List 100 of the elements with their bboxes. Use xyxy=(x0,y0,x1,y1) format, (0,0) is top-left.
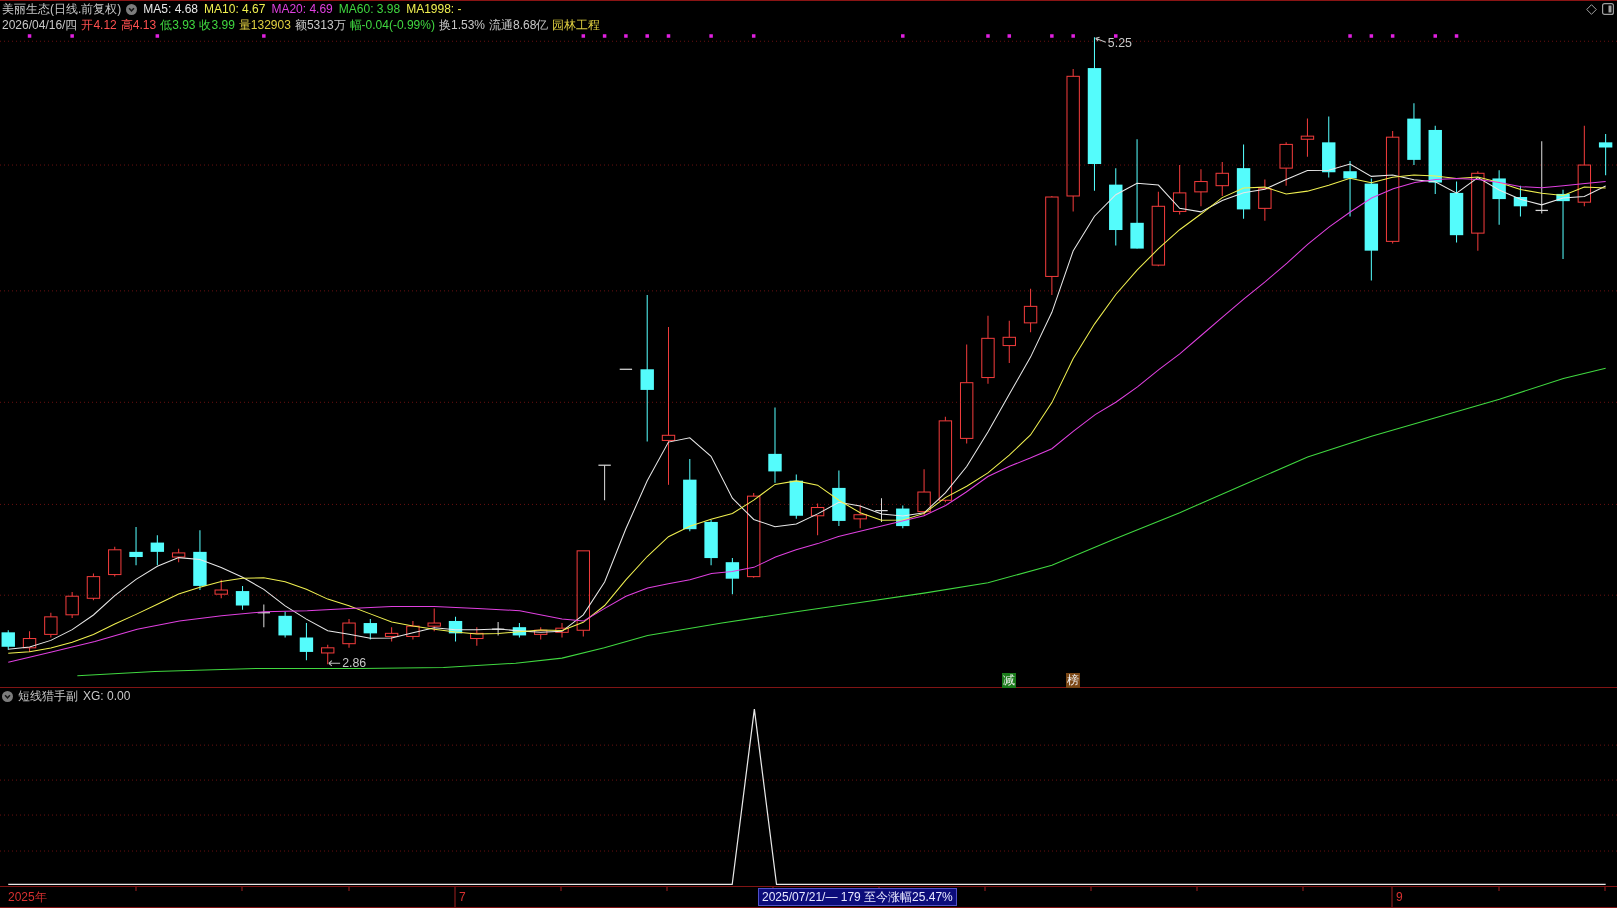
marker-icon xyxy=(624,34,628,38)
candlestick xyxy=(597,464,612,501)
candlestick xyxy=(1023,288,1038,333)
marker-icon xyxy=(901,34,905,38)
candlestick xyxy=(86,573,101,601)
candlestick xyxy=(1279,141,1293,187)
candlestick xyxy=(22,630,37,653)
quote-value: 高4.13 xyxy=(120,17,157,33)
candlestick xyxy=(129,526,143,566)
marker-icon xyxy=(155,34,160,38)
candlestick xyxy=(235,585,250,611)
candlestick xyxy=(832,469,846,527)
axis-divider xyxy=(454,887,456,907)
candlestick xyxy=(193,529,207,591)
candlestick xyxy=(853,504,867,529)
marker-icon xyxy=(1454,34,1459,38)
marker-icon xyxy=(70,34,74,38)
quote-value: 低3.93 xyxy=(160,17,196,33)
quote-value: 额5313万 xyxy=(294,17,346,33)
candlestick xyxy=(1513,185,1528,218)
axis-divider xyxy=(1391,887,1393,907)
high-price-label: 5.25 xyxy=(1107,36,1132,51)
candlestick xyxy=(1300,118,1315,158)
candlestick xyxy=(363,618,378,641)
leader-arrow xyxy=(1095,36,1107,43)
marker-icon xyxy=(751,34,756,38)
candlestick xyxy=(321,644,335,665)
candlestick xyxy=(171,548,186,563)
indicator-title: 短线猎手副 xyxy=(18,687,78,705)
candlestick xyxy=(1343,160,1357,218)
quote-value: 2026/04/16/四 xyxy=(2,17,78,33)
candlestick xyxy=(512,622,527,638)
chevron-down-icon[interactable] xyxy=(126,3,138,15)
moving-average-value: MA20: 4.69 xyxy=(271,1,333,17)
candlestick xyxy=(725,557,740,595)
candlestick xyxy=(1215,161,1229,197)
candlestick xyxy=(1,629,15,651)
axis-label: 2025年 xyxy=(8,889,47,905)
marker-icon xyxy=(1007,34,1012,38)
diamond-icon[interactable] xyxy=(1586,3,1597,15)
candlestick xyxy=(65,591,79,619)
candlestick xyxy=(1407,102,1421,166)
candlestick xyxy=(470,626,484,647)
candlestick xyxy=(448,616,463,643)
axis-tick xyxy=(1196,887,1198,891)
marker-icon xyxy=(602,34,607,38)
moving-average-value: MA10: 4.67 xyxy=(204,1,266,17)
marker-icon xyxy=(1050,34,1054,38)
moving-average-value: MA1998: - xyxy=(406,1,462,17)
candlestick xyxy=(427,608,441,632)
indicator-value: XG: 0.00 xyxy=(83,689,131,703)
moving-average-value: MA60: 3.98 xyxy=(338,1,401,17)
chevron-down-icon[interactable] xyxy=(2,690,13,702)
axis-tick xyxy=(1604,887,1606,891)
quote-value: 开4.12 xyxy=(81,17,117,33)
marker-icon xyxy=(645,34,649,38)
axis-tick xyxy=(241,887,243,891)
candlestick xyxy=(896,504,910,529)
axis-tick xyxy=(1302,887,1304,891)
signal-badge: 榜 xyxy=(1066,672,1081,688)
candlestick xyxy=(1194,168,1208,207)
candlestick xyxy=(981,315,995,385)
quote-value: 量132903 xyxy=(238,17,291,33)
marker-icon xyxy=(709,34,713,38)
candlestick xyxy=(406,620,420,641)
marker-icon xyxy=(1114,34,1118,38)
low-price-label: 2.86 xyxy=(342,655,367,670)
candlestick xyxy=(534,626,548,641)
quote-value: 流通8.68亿 xyxy=(489,17,549,33)
leader-arrow xyxy=(328,660,341,667)
range-info: 2025/07/21/— 179 至今涨幅25.47% xyxy=(758,888,957,906)
quote-value: 幅-0.04(-0.99%) xyxy=(349,17,435,33)
candlestick xyxy=(1492,169,1506,226)
candlestick xyxy=(342,618,356,649)
candlestick xyxy=(619,368,633,370)
stock-title: 美丽生态(日线.前复权) xyxy=(2,1,122,17)
signal-badge: 减 xyxy=(1002,672,1017,688)
candlestick xyxy=(789,474,803,520)
marker-icon xyxy=(986,34,990,38)
marker-icon xyxy=(1348,34,1352,38)
candlestick xyxy=(1002,320,1016,364)
axis-tick xyxy=(348,887,350,891)
candlestick xyxy=(1556,189,1570,260)
marker-icon xyxy=(1369,34,1374,38)
candlestick xyxy=(874,497,889,523)
candlestick xyxy=(150,534,165,566)
axis-label: 7 xyxy=(459,889,466,905)
panel-icon[interactable] xyxy=(1602,3,1614,15)
candlestick xyxy=(810,502,825,536)
marker-icon xyxy=(1390,34,1395,38)
axis-tick xyxy=(1498,887,1500,891)
candlestick xyxy=(108,546,122,578)
marker-icon xyxy=(1433,34,1437,38)
candlestick xyxy=(1258,178,1272,222)
marker-icon xyxy=(666,34,671,38)
candlestick xyxy=(44,612,58,638)
marker-icon xyxy=(581,34,586,38)
candlestick xyxy=(1598,133,1613,176)
quote-value: 收3.99 xyxy=(199,17,235,33)
candlestick xyxy=(555,622,569,638)
